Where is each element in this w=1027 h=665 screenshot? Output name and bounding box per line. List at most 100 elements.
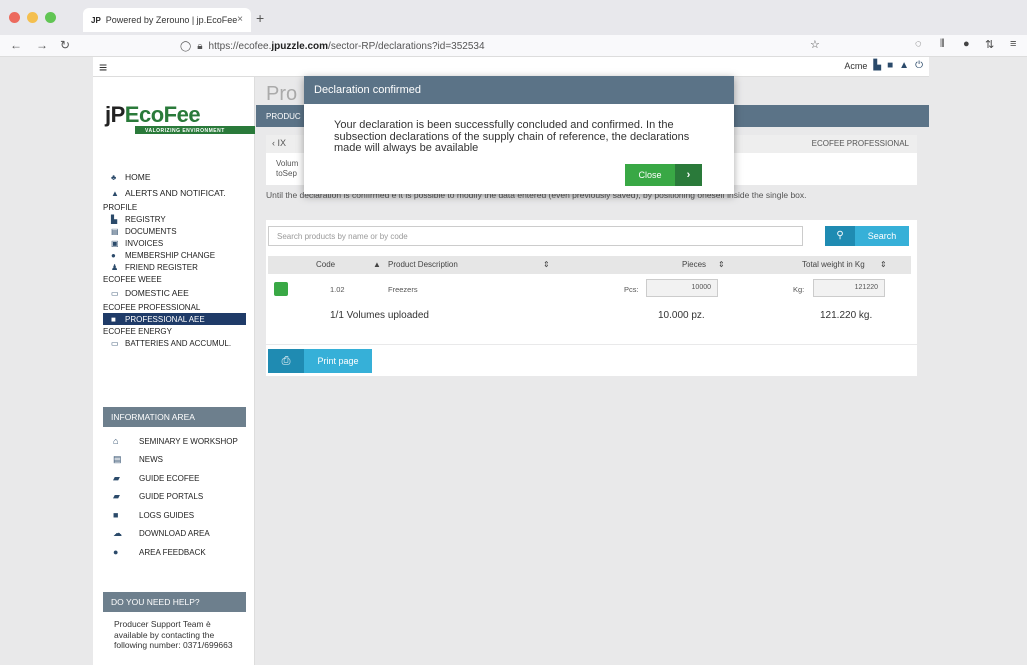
weight-input[interactable]: 121220	[813, 279, 885, 297]
table-header: Code ▲ Product Description ⇕ Pieces ⇕ To…	[268, 256, 911, 274]
url-bar[interactable]: ◯ 🔒︎ https://ecofee.jpuzzle.com/sector-R…	[180, 37, 630, 55]
modal-message: Your declaration is been successfully co…	[334, 119, 690, 154]
sidebar-item-documents[interactable]: ▤ DOCUMENTS	[93, 225, 255, 237]
new-tab-button[interactable]: +	[256, 10, 264, 26]
sidebar-item-registry[interactable]: ▙ REGISTRY	[93, 213, 255, 225]
breadcrumb-left[interactable]: ‹ IX	[272, 138, 286, 148]
comment-icon: ●	[113, 547, 119, 558]
pocket-icon[interactable]: ◌	[915, 38, 922, 50]
circle-icon: ●	[111, 250, 116, 260]
sidebar-item-home[interactable]: ♣ HOME	[93, 169, 255, 185]
user-plus-icon: ♟	[111, 262, 119, 272]
institution-icon: ⌂	[113, 436, 119, 447]
lock-icon[interactable]: ■	[887, 60, 893, 71]
volumes-uploaded: 1/1 Volumes uploaded	[330, 310, 429, 321]
volume-text: Volum toSep	[276, 159, 299, 178]
printer-icon: ⎙	[268, 349, 304, 373]
section-weee: ECOFEE WEEE	[103, 274, 162, 284]
book-icon: ▰	[113, 472, 120, 483]
ecofee-logo: jPEcoFee VALORIZING ENVIRONMENT	[105, 102, 255, 134]
sort-up-icon[interactable]: ▲	[373, 260, 381, 269]
column-code[interactable]: Code	[316, 260, 335, 269]
factory-icon: ▙	[111, 214, 118, 224]
print-card: ⎙ Print page	[266, 345, 917, 376]
products-card: Search products by name or by code ⚲ Sea…	[266, 220, 917, 344]
reload-icon[interactable]: ↻	[60, 38, 70, 52]
sidebar-item-invoices[interactable]: ▣ INVOICES	[93, 237, 255, 249]
file-icon: ■	[113, 510, 119, 521]
power-icon[interactable]: ⏻	[915, 60, 923, 71]
pieces-input[interactable]: 10000	[646, 279, 718, 297]
info-item-download[interactable]: ☁ DOWNLOAD AREA	[93, 525, 255, 544]
factory-icon[interactable]: ▙	[873, 60, 881, 71]
briefcase-icon: ■	[111, 314, 116, 324]
sidebar-item-professional-aee[interactable]: ■ PROFESSIONAL AEE	[103, 313, 246, 325]
search-button-label: Search	[855, 226, 909, 246]
monitor-icon: ▭	[111, 288, 119, 298]
row-code: 1.02	[330, 285, 345, 294]
search-button[interactable]: ⚲ Search	[825, 226, 909, 246]
sidebar-item-batteries[interactable]: ▭ BATTERIES AND ACCUMUL.	[93, 337, 255, 349]
print-button[interactable]: ⎙ Print page	[268, 349, 372, 373]
info-item-guide-portals[interactable]: ▰ GUIDE PORTALS	[93, 488, 255, 507]
column-pieces[interactable]: Pieces	[682, 260, 706, 269]
close-button[interactable]: Close ›	[625, 164, 702, 186]
column-weight[interactable]: Total weight in Kg	[802, 260, 865, 269]
search-input[interactable]: Search products by name or by code	[268, 226, 803, 246]
tab-close-icon[interactable]: ×	[237, 14, 243, 25]
sidebar: jPEcoFee VALORIZING ENVIRONMENT ♣ HOME ▲ A…	[93, 77, 255, 665]
page-title: Pro	[266, 83, 298, 105]
account-icon[interactable]: ●	[963, 38, 970, 50]
chevron-right-icon: ›	[675, 164, 702, 186]
minimize-window-icon[interactable]	[27, 12, 38, 23]
total-pieces: 10.000 pz.	[658, 310, 705, 321]
pcs-label: Pcs:	[624, 285, 639, 294]
battery-icon: ▭	[111, 338, 119, 348]
section-energy: ECOFEE ENERGY	[103, 326, 172, 336]
forward-arrow-icon[interactable]: →	[36, 38, 48, 52]
app-top-bar: ≡ Acme ▙ ■ ▲ ⏻	[93, 57, 929, 77]
row-description: Freezers	[388, 285, 418, 294]
info-item-logs-guides[interactable]: ■ LOGS GUIDES	[93, 506, 255, 525]
bell-icon: ▲	[111, 188, 119, 198]
extensions-icon[interactable]: ⇅	[985, 38, 994, 51]
bookmark-star-icon[interactable]: ☆	[810, 38, 820, 51]
newspaper-icon: ▤	[113, 454, 122, 465]
sort-icon[interactable]: ⇕	[880, 260, 887, 269]
info-item-guide-ecofee[interactable]: ▰ GUIDE ECOFEE	[93, 469, 255, 488]
sort-icon[interactable]: ⇕	[718, 260, 725, 269]
sidebar-item-friend[interactable]: ♟ FRIEND REGISTER	[93, 261, 255, 273]
library-icon[interactable]: ⫴	[940, 38, 945, 51]
information-area-list: ⌂ SEMINARY E WORKSHOP ▤ NEWS ▰ GUIDE ECOFEE…	[93, 432, 255, 562]
menu-icon[interactable]: ≡	[1010, 38, 1016, 50]
back-arrow-icon[interactable]: ←	[10, 38, 22, 52]
info-item-news[interactable]: ▤ NEWS	[93, 451, 255, 470]
section-professional: ECOFEE PROFESSIONAL	[103, 302, 201, 312]
group-icon: ♣	[111, 172, 117, 182]
sidebar-item-domestic[interactable]: ▭ DOMESTIC AEE	[93, 285, 255, 301]
maximize-window-icon[interactable]	[45, 12, 56, 23]
bell-icon[interactable]: ▲	[899, 60, 909, 71]
help-text: Producer Support Team è available by con…	[114, 619, 233, 650]
info-item-seminary[interactable]: ⌂ SEMINARY E WORKSHOP	[93, 432, 255, 451]
shield-icon: ◯	[180, 40, 192, 52]
hamburger-icon[interactable]: ≡	[99, 59, 107, 75]
table-row: 1.02 Freezers Pcs: 10000 Kg: 121220	[268, 278, 911, 302]
sidebar-item-alerts[interactable]: ▲ ALERTS AND NOTIFICAT.	[93, 185, 255, 201]
invoice-icon: ▣	[111, 238, 119, 248]
info-item-feedback[interactable]: ● AREA FEEDBACK	[93, 543, 255, 562]
search-icon: ⚲	[825, 226, 855, 246]
row-status-checkbox[interactable]	[274, 282, 288, 296]
close-window-icon[interactable]	[9, 12, 20, 23]
section-profile: PROFILE	[103, 202, 138, 212]
column-description[interactable]: Product Description	[388, 260, 458, 269]
url-text: https://ecofee.jpuzzle.com/sector-RP/dec…	[208, 40, 485, 52]
sort-icon[interactable]: ⇕	[543, 260, 550, 269]
tab-title: Powered by Zerouno | jp.EcoFee	[105, 15, 238, 25]
user-name[interactable]: Acme	[844, 61, 867, 71]
browser-tab[interactable]: JP Powered by Zerouno | jp.EcoFee ×	[83, 8, 251, 32]
sidebar-item-membership[interactable]: ● MEMBERSHIP CHANGE	[93, 249, 255, 261]
close-button-label: Close	[625, 164, 675, 186]
cloud-download-icon: ☁	[113, 528, 122, 539]
modal-title: Declaration confirmed	[304, 76, 734, 104]
